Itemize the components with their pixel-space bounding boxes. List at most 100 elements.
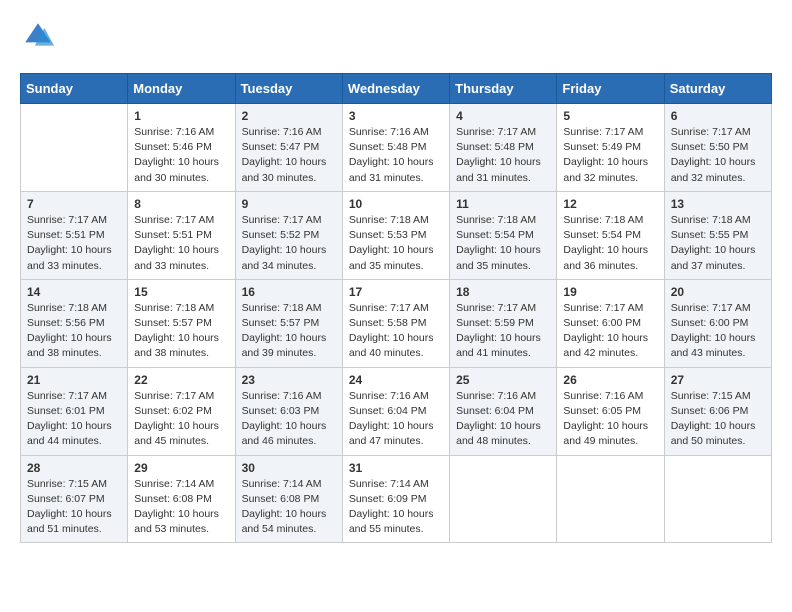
calendar-cell: 17Sunrise: 7:17 AM Sunset: 5:58 PM Dayli… [342, 279, 449, 367]
day-number: 9 [242, 197, 336, 211]
day-info: Sunrise: 7:16 AM Sunset: 5:47 PM Dayligh… [242, 125, 336, 186]
day-number: 24 [349, 373, 443, 387]
day-number: 25 [456, 373, 550, 387]
calendar-cell [557, 455, 664, 543]
calendar-cell: 26Sunrise: 7:16 AM Sunset: 6:05 PM Dayli… [557, 367, 664, 455]
column-header-tuesday: Tuesday [235, 74, 342, 104]
calendar-cell: 11Sunrise: 7:18 AM Sunset: 5:54 PM Dayli… [450, 191, 557, 279]
calendar-cell: 21 Sunrise: 7:17 AM Sunset: 6:01 PM Dayli… [21, 367, 128, 455]
day-number: 1 [134, 109, 228, 123]
column-header-sunday: Sunday [21, 74, 128, 104]
day-info: Sunrise: 7:17 AM Sunset: 5:50 PM Dayligh… [671, 125, 765, 186]
calendar-week-row: 28 Sunrise: 7:15 AM Sunset: 6:07 PM Dayli… [21, 455, 772, 543]
day-info: Sunrise: 7:17 AM Sunset: 6:01 PM Dayligh… [27, 389, 121, 450]
calendar-cell: 13Sunrise: 7:18 AM Sunset: 5:55 PM Dayli… [664, 191, 771, 279]
day-number: 2 [242, 109, 336, 123]
calendar-cell: 12 Sunrise: 7:18 AM Sunset: 5:54 PM Dayli… [557, 191, 664, 279]
day-number: 14 [27, 285, 121, 299]
page-header [20, 20, 772, 57]
column-header-wednesday: Wednesday [342, 74, 449, 104]
calendar-week-row: 1 Sunrise: 7:16 AM Sunset: 5:46 PM Daylig… [21, 104, 772, 192]
day-number: 29 [134, 461, 228, 475]
day-info: Sunrise: 7:17 AM Sunset: 5:52 PM Dayligh… [242, 213, 336, 274]
day-info: Sunrise: 7:16 AM Sunset: 6:04 PM Dayligh… [349, 389, 443, 450]
day-info: Sunrise: 7:17 AM Sunset: 5:59 PM Dayligh… [456, 301, 550, 362]
day-info: Sunrise: 7:16 AM Sunset: 5:46 PM Dayligh… [134, 125, 228, 186]
day-info: Sunrise: 7:17 AM Sunset: 5:48 PM Dayligh… [456, 125, 550, 186]
calendar-cell: 29 Sunrise: 7:14 AM Sunset: 6:08 PM Dayli… [128, 455, 235, 543]
day-number: 28 [27, 461, 121, 475]
calendar-cell [664, 455, 771, 543]
day-number: 12 [563, 197, 657, 211]
day-info: Sunrise: 7:18 AM Sunset: 5:57 PM Dayligh… [242, 301, 336, 362]
calendar-cell: 10 Sunrise: 7:18 AM Sunset: 5:53 PM Dayli… [342, 191, 449, 279]
calendar-week-row: 7 Sunrise: 7:17 AM Sunset: 5:51 PM Daylig… [21, 191, 772, 279]
calendar-cell: 20Sunrise: 7:17 AM Sunset: 6:00 PM Dayli… [664, 279, 771, 367]
column-header-monday: Monday [128, 74, 235, 104]
day-number: 16 [242, 285, 336, 299]
calendar-cell: 16 Sunrise: 7:18 AM Sunset: 5:57 PM Dayli… [235, 279, 342, 367]
calendar-week-row: 21 Sunrise: 7:17 AM Sunset: 6:01 PM Dayli… [21, 367, 772, 455]
column-header-thursday: Thursday [450, 74, 557, 104]
calendar-cell: 7 Sunrise: 7:17 AM Sunset: 5:51 PM Daylig… [21, 191, 128, 279]
day-info: Sunrise: 7:17 AM Sunset: 5:51 PM Dayligh… [134, 213, 228, 274]
day-info: Sunrise: 7:17 AM Sunset: 5:58 PM Dayligh… [349, 301, 443, 362]
calendar-cell: 9 Sunrise: 7:17 AM Sunset: 5:52 PM Daylig… [235, 191, 342, 279]
calendar-cell: 4Sunrise: 7:17 AM Sunset: 5:48 PM Daylig… [450, 104, 557, 192]
calendar-cell: 28 Sunrise: 7:15 AM Sunset: 6:07 PM Dayli… [21, 455, 128, 543]
calendar-cell: 23Sunrise: 7:16 AM Sunset: 6:03 PM Dayli… [235, 367, 342, 455]
day-info: Sunrise: 7:17 AM Sunset: 5:51 PM Dayligh… [27, 213, 121, 274]
day-number: 6 [671, 109, 765, 123]
logo-icon [22, 20, 54, 52]
day-info: Sunrise: 7:17 AM Sunset: 5:49 PM Dayligh… [563, 125, 657, 186]
calendar-table: SundayMondayTuesdayWednesdayThursdayFrid… [20, 73, 772, 543]
day-number: 22 [134, 373, 228, 387]
calendar-cell: 24 Sunrise: 7:16 AM Sunset: 6:04 PM Dayli… [342, 367, 449, 455]
day-number: 7 [27, 197, 121, 211]
day-number: 10 [349, 197, 443, 211]
day-number: 15 [134, 285, 228, 299]
calendar-week-row: 14 Sunrise: 7:18 AM Sunset: 5:56 PM Dayli… [21, 279, 772, 367]
day-info: Sunrise: 7:15 AM Sunset: 6:06 PM Dayligh… [671, 389, 765, 450]
day-info: Sunrise: 7:15 AM Sunset: 6:07 PM Dayligh… [27, 477, 121, 538]
day-info: Sunrise: 7:14 AM Sunset: 6:08 PM Dayligh… [242, 477, 336, 538]
calendar-cell: 14 Sunrise: 7:18 AM Sunset: 5:56 PM Dayli… [21, 279, 128, 367]
day-number: 19 [563, 285, 657, 299]
day-info: Sunrise: 7:17 AM Sunset: 6:00 PM Dayligh… [671, 301, 765, 362]
day-info: Sunrise: 7:14 AM Sunset: 6:08 PM Dayligh… [134, 477, 228, 538]
calendar-cell: 25 Sunrise: 7:16 AM Sunset: 6:04 PM Dayli… [450, 367, 557, 455]
day-info: Sunrise: 7:16 AM Sunset: 6:04 PM Dayligh… [456, 389, 550, 450]
column-header-friday: Friday [557, 74, 664, 104]
calendar-cell: 19 Sunrise: 7:17 AM Sunset: 6:00 PM Dayli… [557, 279, 664, 367]
day-number: 18 [456, 285, 550, 299]
day-info: Sunrise: 7:18 AM Sunset: 5:57 PM Dayligh… [134, 301, 228, 362]
calendar-cell: 2 Sunrise: 7:16 AM Sunset: 5:47 PM Daylig… [235, 104, 342, 192]
calendar-cell [21, 104, 128, 192]
day-info: Sunrise: 7:17 AM Sunset: 6:00 PM Dayligh… [563, 301, 657, 362]
calendar-cell: 15 Sunrise: 7:18 AM Sunset: 5:57 PM Dayli… [128, 279, 235, 367]
day-number: 23 [242, 373, 336, 387]
day-info: Sunrise: 7:18 AM Sunset: 5:56 PM Dayligh… [27, 301, 121, 362]
calendar-cell: 31Sunrise: 7:14 AM Sunset: 6:09 PM Dayli… [342, 455, 449, 543]
calendar-cell: 5 Sunrise: 7:17 AM Sunset: 5:49 PM Daylig… [557, 104, 664, 192]
day-info: Sunrise: 7:16 AM Sunset: 5:48 PM Dayligh… [349, 125, 443, 186]
calendar-cell: 3 Sunrise: 7:16 AM Sunset: 5:48 PM Daylig… [342, 104, 449, 192]
column-header-saturday: Saturday [664, 74, 771, 104]
day-number: 5 [563, 109, 657, 123]
calendar-cell: 1 Sunrise: 7:16 AM Sunset: 5:46 PM Daylig… [128, 104, 235, 192]
day-info: Sunrise: 7:18 AM Sunset: 5:54 PM Dayligh… [456, 213, 550, 274]
calendar-cell: 18 Sunrise: 7:17 AM Sunset: 5:59 PM Dayli… [450, 279, 557, 367]
day-number: 21 [27, 373, 121, 387]
day-info: Sunrise: 7:18 AM Sunset: 5:53 PM Dayligh… [349, 213, 443, 274]
day-number: 30 [242, 461, 336, 475]
day-number: 13 [671, 197, 765, 211]
day-info: Sunrise: 7:14 AM Sunset: 6:09 PM Dayligh… [349, 477, 443, 538]
day-info: Sunrise: 7:17 AM Sunset: 6:02 PM Dayligh… [134, 389, 228, 450]
day-info: Sunrise: 7:18 AM Sunset: 5:54 PM Dayligh… [563, 213, 657, 274]
day-number: 3 [349, 109, 443, 123]
day-number: 27 [671, 373, 765, 387]
day-number: 8 [134, 197, 228, 211]
calendar-cell [450, 455, 557, 543]
calendar-cell: 27 Sunrise: 7:15 AM Sunset: 6:06 PM Dayli… [664, 367, 771, 455]
logo [20, 20, 58, 57]
